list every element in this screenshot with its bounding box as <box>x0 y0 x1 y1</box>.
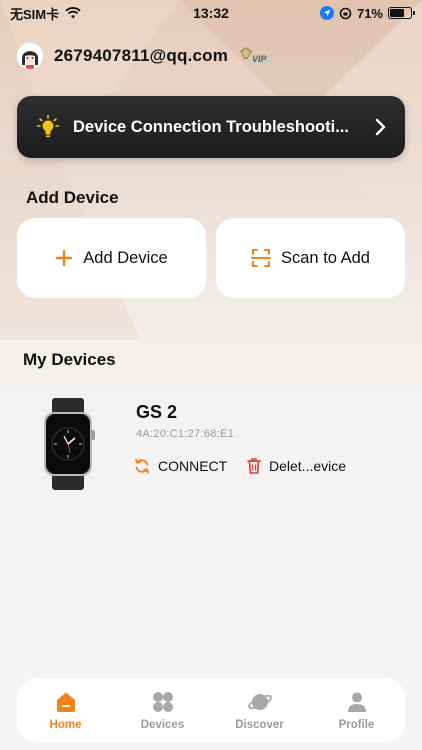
connect-button[interactable]: CONNECT <box>134 458 227 474</box>
chevron-right-icon <box>375 118 386 136</box>
delete-device-label: Delet...evice <box>269 458 347 474</box>
device-card[interactable]: GS 2 4A:20:C1:27:68:E1 CONNECT Delet...e… <box>40 392 390 492</box>
scan-to-add-button[interactable]: Scan to Add <box>216 218 405 298</box>
home-icon <box>56 692 75 712</box>
account-email: 2679407811@qq.com <box>54 46 229 65</box>
scan-to-add-label: Scan to Add <box>281 248 370 267</box>
refresh-icon <box>135 458 149 474</box>
tab-home-label: Home <box>49 718 82 731</box>
add-device-label: Add Device <box>83 248 168 267</box>
planet-icon <box>247 693 272 710</box>
my-devices-section-title: My Devices <box>23 350 116 369</box>
battery-icon <box>388 7 415 19</box>
tab-devices[interactable]: Devices <box>123 690 203 731</box>
avatar-girl-icon <box>22 50 38 69</box>
scan-icon <box>251 249 271 267</box>
avatar[interactable] <box>16 42 44 70</box>
tab-devices-label: Devices <box>140 718 185 731</box>
troubleshooting-label: Device Connection Troubleshooti... <box>73 117 349 136</box>
add-device-button[interactable]: Add Device <box>17 218 206 298</box>
clock: 13:32 <box>193 5 229 21</box>
vip-badge[interactable]: VIP <box>238 45 273 67</box>
add-device-section-title: Add Device <box>26 188 119 207</box>
delete-device-button[interactable]: Delet...evice <box>247 458 346 474</box>
smartwatch-image <box>44 398 95 490</box>
connect-label: CONNECT <box>158 458 228 474</box>
grid-icon <box>152 691 173 712</box>
device-name: GS 2 <box>136 402 178 422</box>
user-icon <box>347 692 366 712</box>
tab-profile[interactable]: Profile <box>317 690 397 731</box>
tab-home[interactable]: Home <box>26 690 106 731</box>
device-mac-address: 4A:20:C1:27:68:E1 <box>136 428 235 440</box>
vip-text: VIP <box>252 54 267 64</box>
tab-discover[interactable]: Discover <box>220 690 300 731</box>
tab-profile-label: Profile <box>338 718 375 731</box>
status-bar: 无SIM卡 13:32 71% <box>0 0 422 26</box>
bottom-tab-bar: Home Devices Discover Profile <box>17 678 405 742</box>
lightbulb-icon <box>37 115 59 138</box>
plus-icon <box>56 249 73 267</box>
tab-discover-label: Discover <box>235 718 284 731</box>
troubleshooting-banner[interactable]: Device Connection Troubleshooti... <box>17 96 405 158</box>
account-row[interactable]: 2679407811@qq.com VIP <box>16 42 273 70</box>
trash-icon <box>247 458 261 474</box>
